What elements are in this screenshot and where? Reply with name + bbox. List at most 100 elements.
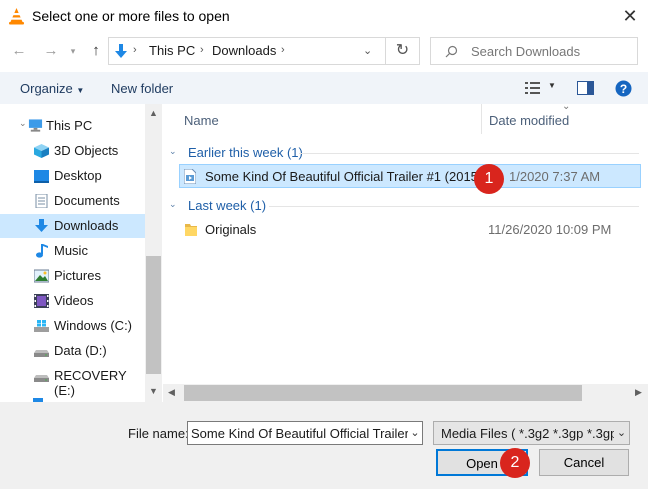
sidebar-item-label: Desktop [54, 168, 102, 183]
chevron-right-icon: › [133, 44, 137, 56]
collapse-group-chevron-icon[interactable]: ⌄ [169, 199, 177, 210]
sidebar-item-label: Videos [54, 293, 94, 308]
file-name: Originals [205, 222, 257, 237]
window-title: Select one or more files to open [32, 8, 230, 24]
preview-pane-icon[interactable] [577, 81, 594, 95]
file-name-label: File name: [128, 426, 189, 441]
group-divider [269, 206, 639, 207]
title-bar: Select one or more files to open ✕ [0, 0, 648, 32]
file-type-select[interactable]: Media Files ( *.3g2 *.3gp *.3gp2 ⌄ [433, 421, 630, 445]
scroll-right-icon[interactable]: ▶ [635, 387, 642, 398]
view-options-chevron-icon[interactable]: ▼ [548, 81, 556, 90]
chevron-down-icon[interactable]: ⌄ [614, 423, 629, 443]
documents-icon [35, 194, 48, 208]
view-details-icon[interactable] [525, 81, 541, 95]
sidebar-item-label: This PC [46, 118, 93, 133]
sidebar-item-this-pc[interactable]: ⌄ This PC [0, 114, 145, 138]
svg-text:?: ? [620, 82, 627, 96]
music-note-icon [36, 244, 48, 258]
sidebar-item-label: RECOVERY (E:) [54, 368, 127, 398]
cancel-button[interactable]: Cancel [539, 449, 629, 476]
sidebar-item-pictures[interactable]: Pictures [0, 264, 145, 288]
sidebar-item-label: Music [54, 243, 88, 258]
forward-arrow-icon[interactable]: → [40, 40, 62, 62]
group-header-last-week[interactable]: Last week (1) [188, 198, 266, 213]
desktop-icon [34, 170, 49, 183]
file-name: Some Kind Of Beautiful Official Trailer … [205, 169, 494, 184]
search-icon [445, 45, 458, 58]
folder-icon [185, 224, 197, 236]
address-dropdown-icon[interactable]: ⌄ [363, 44, 372, 57]
drive-icon [34, 350, 49, 357]
collapse-group-chevron-icon[interactable]: ⌄ [169, 146, 177, 157]
videos-icon [34, 294, 49, 308]
sidebar-item-label: Data (D:) [54, 343, 107, 358]
breadcrumb-this-pc[interactable]: This PC [149, 43, 195, 58]
chevron-right-icon: › [200, 44, 204, 56]
scroll-left-icon[interactable]: ◀ [168, 387, 175, 398]
column-header-name[interactable]: Name [184, 113, 219, 128]
annotation-badge-1: 1 [474, 164, 504, 194]
sort-chevron-icon: ⌄ [562, 101, 571, 112]
sidebar-item-downloads[interactable]: Downloads [0, 214, 145, 238]
download-arrow-icon [115, 44, 127, 58]
sidebar-item-3d-objects[interactable]: 3D Objects [0, 139, 145, 163]
help-icon[interactable]: ? [615, 80, 632, 97]
scroll-up-icon[interactable]: ▲ [149, 108, 158, 118]
breadcrumb-downloads[interactable]: Downloads [212, 43, 276, 58]
file-row-originals[interactable]: Originals 11/26/2020 10:09 PM [179, 218, 641, 242]
recent-locations-chevron-icon[interactable]: ▾ [62, 40, 84, 62]
column-divider[interactable] [481, 104, 482, 134]
scroll-down-icon[interactable]: ▼ [149, 386, 158, 396]
chevron-down-icon[interactable]: ⌄ [408, 423, 422, 443]
dialog-footer: File name: Some Kind Of Beautiful Offici… [0, 402, 648, 489]
column-header-date-modified[interactable]: Date modified [489, 113, 569, 128]
sidebar-item-data-d[interactable]: Data (D:) [0, 339, 145, 363]
sidebar-item-videos[interactable]: Videos [0, 289, 145, 313]
sidebar-item-windows-c[interactable]: Windows (C:) [0, 314, 145, 338]
sidebar-item-label: Windows (C:) [54, 318, 133, 333]
windows-drive-icon [34, 320, 49, 332]
sidebar-item-music[interactable]: Music [0, 239, 145, 263]
navigation-pane: ⌄ This PC 3D Objects Desktop Documents D… [0, 104, 162, 402]
annotation-badge-2: 2 [500, 448, 530, 478]
close-icon[interactable]: ✕ [616, 4, 644, 28]
organize-button[interactable]: Organize ▼ [20, 81, 84, 96]
back-arrow-icon[interactable]: ← [8, 40, 30, 62]
file-list: Name ⌄ Date modified ⌄ Earlier this week… [163, 101, 648, 384]
up-arrow-icon[interactable]: ↑ [85, 40, 107, 62]
chevron-down-icon[interactable]: ⌄ [19, 118, 27, 129]
vlc-cone-icon [9, 8, 24, 25]
group-divider [299, 153, 639, 154]
search-placeholder: Search Downloads [471, 44, 581, 59]
sidebar-item-label: Pictures [54, 268, 101, 283]
toolbar: Organize ▼ New folder ▼ ? [0, 72, 648, 104]
file-row-trailer[interactable]: Some Kind Of Beautiful Official Trailer … [179, 164, 641, 188]
file-name-value: Some Kind Of Beautiful Official Trailer … [191, 426, 420, 441]
download-arrow-icon [35, 219, 48, 232]
file-date: 11/26/2020 10:09 PM [488, 222, 612, 237]
address-bar[interactable]: › This PC › Downloads › ⌄ [108, 37, 386, 65]
group-header-earlier-this-week[interactable]: Earlier this week (1) [188, 145, 303, 160]
file-list-hscrollbar[interactable]: ◀ ▶ [163, 384, 648, 402]
chevron-right-icon: › [281, 44, 285, 56]
scroll-thumb[interactable] [184, 385, 582, 401]
sidebar-item-label: 3D Objects [54, 143, 119, 158]
video-file-icon [184, 169, 196, 184]
pictures-icon [34, 269, 49, 283]
chevron-down-icon: ▼ [76, 86, 85, 95]
new-folder-button[interactable]: New folder [111, 81, 173, 96]
sidebar-item-recovery-e[interactable]: RECOVERY (E:) [0, 364, 145, 398]
file-name-input[interactable]: Some Kind Of Beautiful Official Trailer … [187, 421, 423, 445]
organize-label: Organize [20, 81, 73, 96]
sidebar-item-documents[interactable]: Documents [0, 189, 145, 213]
sidebar-item-desktop[interactable]: Desktop [0, 164, 145, 188]
navigation-scrollbar[interactable]: ▲ ▼ [145, 104, 162, 402]
drive-icon [34, 375, 49, 382]
scroll-thumb[interactable] [146, 256, 161, 374]
file-type-value: Media Files ( *.3g2 *.3gp *.3gp2 [441, 426, 625, 441]
search-input[interactable]: Search Downloads [430, 37, 638, 65]
sidebar-item-label: Documents [54, 193, 120, 208]
refresh-icon[interactable]: ↻ [386, 37, 420, 65]
file-date: 1/2020 7:37 AM [509, 169, 601, 184]
